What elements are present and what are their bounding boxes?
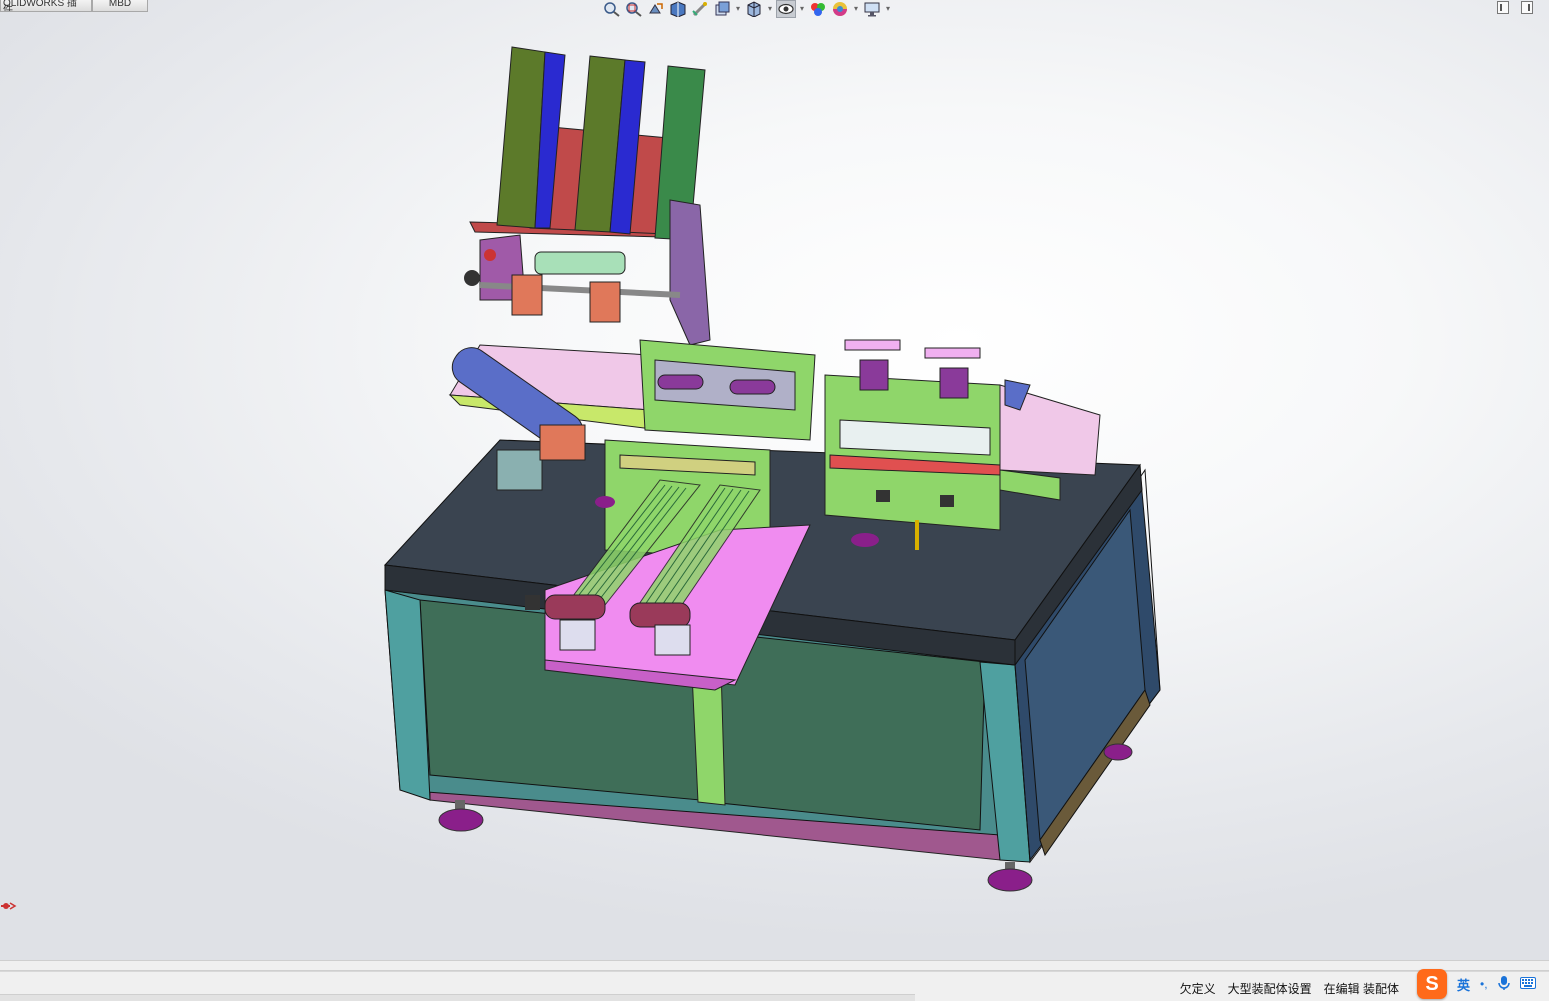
card-magazine <box>464 46 711 346</box>
status-underdefined: 欠定义 <box>1179 982 1216 996</box>
status-editing-assembly: 在编辑 装配体 <box>1323 982 1399 996</box>
sogou-logo-icon[interactable]: S <box>1417 969 1447 999</box>
keyboard-icon[interactable] <box>1519 976 1536 992</box>
status-large-assembly-settings[interactable]: 大型装配体设置 <box>1228 980 1312 997</box>
status-bar: 欠定义 大型装配体设置 在编辑 装配体 <box>0 971 1549 1001</box>
ime-toolbar: S 英 •, <box>1409 967 1549 1001</box>
status-divider <box>0 994 915 1001</box>
ime-punctuation-toggle[interactable]: •, <box>1480 977 1488 991</box>
machine-frame <box>383 439 1161 864</box>
reference-triad-icon <box>0 900 18 915</box>
microphone-icon[interactable] <box>1497 975 1510 994</box>
3d-viewport[interactable] <box>0 0 1549 960</box>
horizontal-scrollbar[interactable] <box>0 960 1549 971</box>
ime-language-toggle[interactable]: 英 <box>1457 975 1470 994</box>
